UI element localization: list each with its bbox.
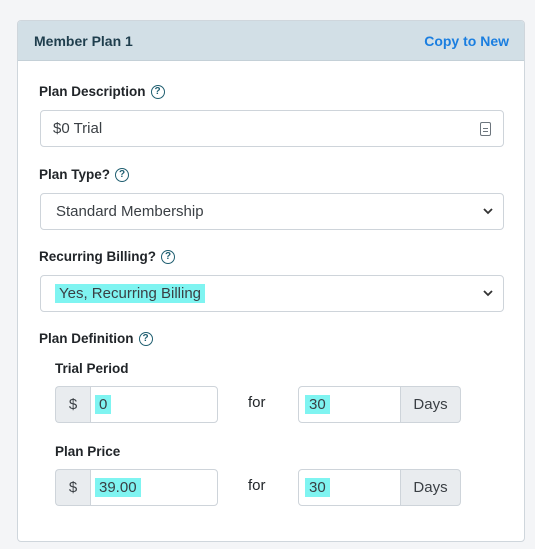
plan-type-label: Plan Type? ? (39, 167, 130, 182)
chevron-down-icon (483, 206, 493, 216)
card-title: Member Plan 1 (34, 32, 133, 49)
help-icon[interactable]: ? (115, 167, 130, 182)
contact-card-icon[interactable] (480, 122, 491, 136)
for-text: for (248, 394, 266, 411)
price-duration-group: 30 Days (298, 469, 461, 506)
help-icon[interactable]: ? (150, 84, 165, 99)
days-addon: Days (401, 386, 461, 423)
member-plan-card: Member Plan 1 Copy to New Plan Descripti… (17, 20, 525, 542)
plan-description-input[interactable]: $0 Trial (40, 110, 504, 147)
plan-definition-label-text: Plan Definition (39, 331, 134, 346)
trial-duration-value: 30 (305, 395, 330, 414)
plan-price-label: Plan Price (55, 444, 121, 459)
price-amount-input[interactable]: 39.00 (90, 469, 218, 506)
price-duration-value: 30 (305, 478, 330, 497)
trial-amount-input[interactable]: 0 (90, 386, 218, 423)
trial-amount-value: 0 (95, 395, 112, 414)
price-duration-input[interactable]: 30 (298, 469, 401, 506)
plan-description-label-text: Plan Description (39, 84, 146, 99)
plan-definition-label: Plan Definition ? (39, 331, 153, 346)
chevron-down-icon (483, 288, 493, 298)
price-amount-group: $ 39.00 (55, 469, 218, 506)
card-header: Member Plan 1 Copy to New (18, 21, 524, 61)
price-amount-value: 39.00 (95, 478, 141, 497)
plan-description-label: Plan Description ? (39, 84, 165, 99)
trial-period-label: Trial Period (55, 361, 129, 376)
currency-addon: $ (55, 469, 90, 506)
plan-type-label-text: Plan Type? (39, 167, 111, 182)
trial-duration-group: 30 Days (298, 386, 461, 423)
days-addon: Days (401, 469, 461, 506)
trial-duration-input[interactable]: 30 (298, 386, 401, 423)
recurring-billing-selected: Yes, Recurring Billing (55, 284, 206, 303)
trial-amount-group: $ 0 (55, 386, 218, 423)
plan-type-select[interactable]: Standard Membership (40, 193, 504, 230)
recurring-billing-label-text: Recurring Billing? (39, 249, 157, 264)
for-text: for (248, 477, 266, 494)
plan-type-selected: Standard Membership (56, 203, 204, 220)
recurring-billing-select[interactable]: Yes, Recurring Billing (40, 275, 504, 312)
plan-description-value: $0 Trial (53, 120, 103, 137)
copy-to-new-link[interactable]: Copy to New (424, 33, 509, 49)
help-icon[interactable]: ? (138, 331, 153, 346)
recurring-billing-label: Recurring Billing? ? (39, 249, 176, 264)
currency-addon: $ (55, 386, 90, 423)
help-icon[interactable]: ? (161, 249, 176, 264)
